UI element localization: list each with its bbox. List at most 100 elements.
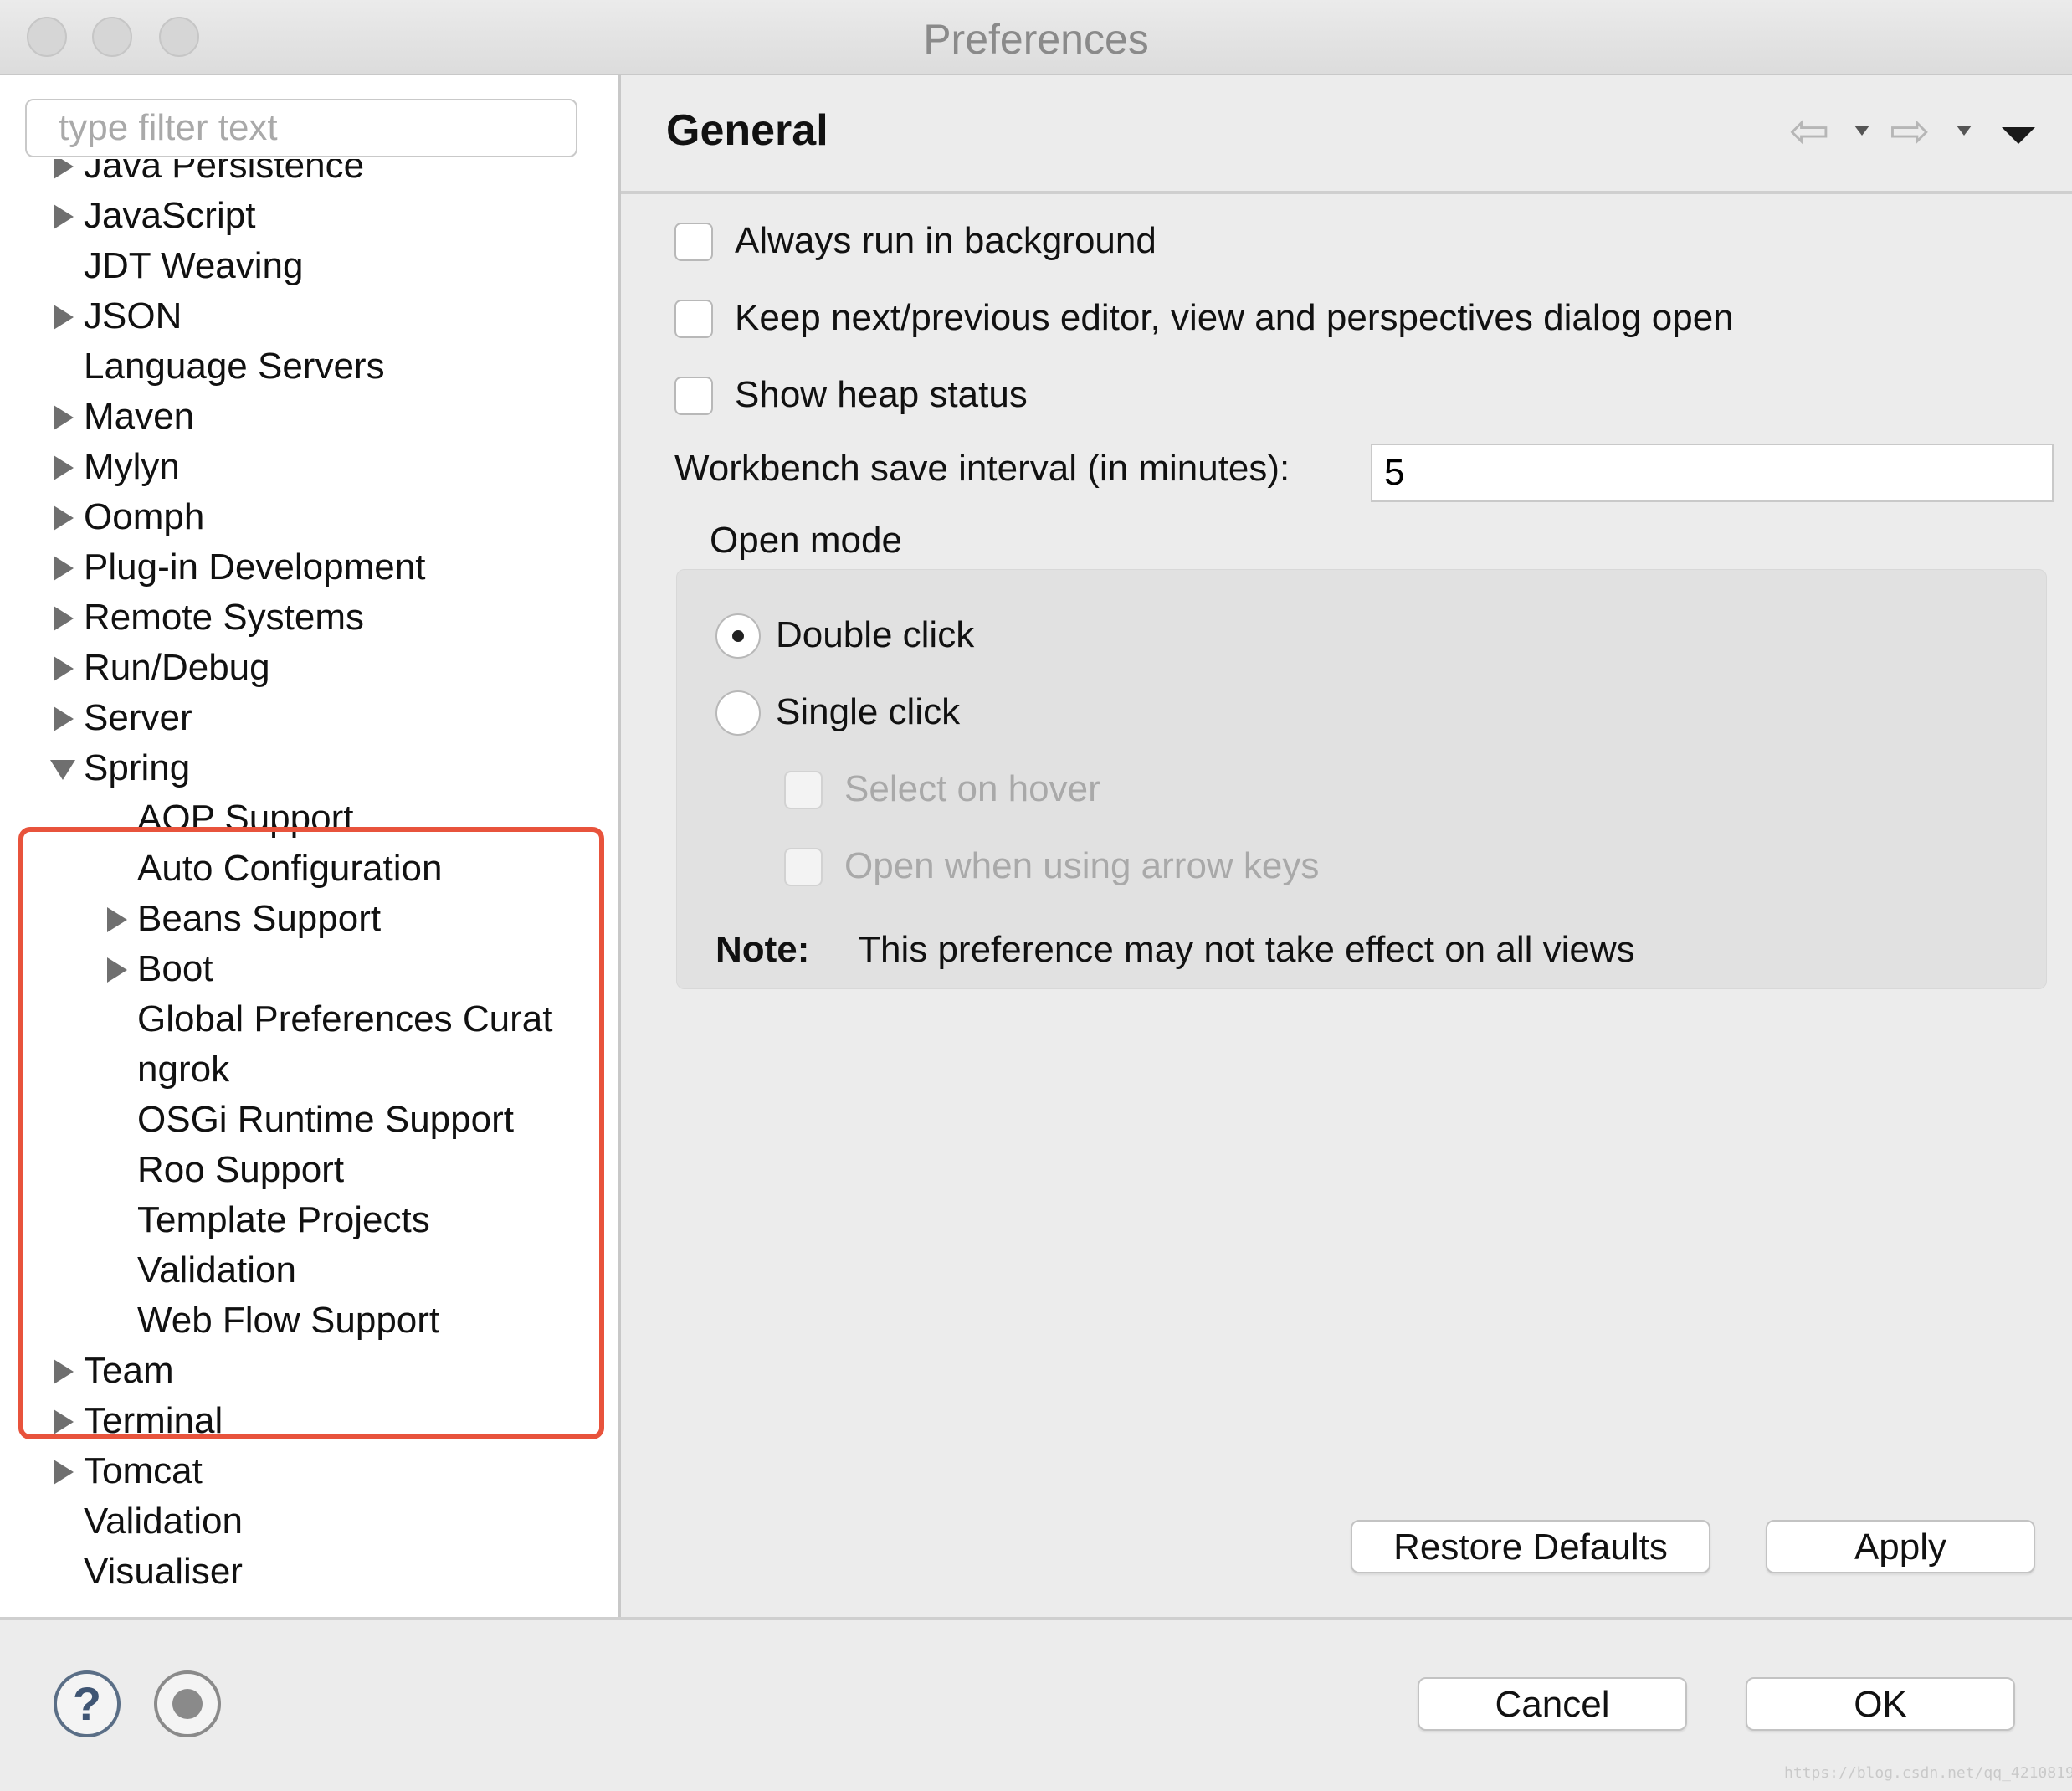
tree-item-label: Run/Debug <box>84 647 270 688</box>
tree-item-label: Terminal <box>84 1400 223 1441</box>
tree-item-label: Language Servers <box>84 346 385 387</box>
tree-item[interactable]: Maven <box>0 392 618 442</box>
tree-item-label: Boot <box>137 948 213 989</box>
tree-item[interactable]: JDT Weaving <box>0 241 618 291</box>
tree-item[interactable]: ngrok <box>0 1044 618 1095</box>
tree-item[interactable]: Java Persistence <box>0 159 618 191</box>
checkbox-box[interactable] <box>674 300 713 338</box>
tree-item-label: Mylyn <box>84 446 180 487</box>
tree-item-label: AOP Support <box>137 798 354 839</box>
tree-item-label: Spring <box>84 747 191 788</box>
tree-item-label: Visualiser <box>84 1551 243 1592</box>
preference-tree-rows: Java Persistence JavaScript JDT Weaving JSO… <box>0 159 618 1597</box>
expand-triangle-icon[interactable] <box>50 159 84 191</box>
forward-history-dropdown-icon[interactable] <box>1957 126 1972 136</box>
tree-item[interactable]: Oomph <box>0 492 618 542</box>
expand-triangle-icon[interactable] <box>50 492 84 542</box>
tree-item-label: Validation <box>137 1250 296 1291</box>
tree-item-label: Auto Configuration <box>137 848 443 889</box>
expand-triangle-icon[interactable] <box>50 1446 84 1496</box>
tree-item-label: Roo Support <box>137 1149 345 1190</box>
note: Note: This preference may not take effec… <box>715 925 1635 975</box>
expand-triangle-icon[interactable] <box>104 944 137 994</box>
tree-item[interactable]: Template Projects <box>0 1195 618 1245</box>
tree-item[interactable]: OSGi Runtime Support <box>0 1095 618 1145</box>
tree-item[interactable]: Language Servers <box>0 341 618 392</box>
ok-button[interactable]: OK <box>1746 1677 2015 1731</box>
expand-triangle-icon[interactable] <box>50 1396 84 1446</box>
back-history-dropdown-icon[interactable] <box>1854 126 1869 136</box>
filter-input[interactable] <box>25 99 577 157</box>
tree-item-label: OSGi Runtime Support <box>137 1099 514 1140</box>
expand-triangle-icon[interactable] <box>50 693 84 743</box>
tree-item-label: Oomph <box>84 496 205 537</box>
title-bar: Preferences <box>0 0 2072 75</box>
tree-item[interactable]: Run/Debug <box>0 643 618 693</box>
page-title: General <box>666 106 828 155</box>
tree-item[interactable]: Plug-in Development <box>0 542 618 593</box>
tree-item[interactable]: Mylyn <box>0 442 618 492</box>
checkbox-box[interactable] <box>674 377 713 415</box>
checkbox-label: Show heap status <box>735 374 1028 415</box>
tree-item[interactable]: Roo Support <box>0 1145 618 1195</box>
expand-triangle-icon[interactable] <box>50 1346 84 1396</box>
tree-item-label: JSON <box>84 295 182 336</box>
checkbox-label: Always run in background <box>735 220 1157 261</box>
tree-item[interactable]: Team <box>0 1346 618 1396</box>
checkbox-box[interactable] <box>674 223 713 261</box>
tree-item[interactable]: Server <box>0 693 618 743</box>
apply-button[interactable]: Apply <box>1766 1520 2035 1573</box>
cancel-button[interactable]: Cancel <box>1418 1677 1687 1731</box>
save-interval-label: Workbench save interval (in minutes): <box>674 448 1290 489</box>
tree-item-label: JavaScript <box>84 195 256 236</box>
collapse-triangle-icon[interactable] <box>50 743 84 793</box>
expand-triangle-icon[interactable] <box>50 392 84 442</box>
restore-defaults-button[interactable]: Restore Defaults <box>1351 1520 1710 1573</box>
view-menu-icon[interactable] <box>2002 127 2035 144</box>
tree-item[interactable]: Auto Configuration <box>0 844 618 894</box>
tree-item[interactable]: Global Preferences Curat <box>0 994 618 1044</box>
tree-item-label: Web Flow Support <box>137 1300 440 1341</box>
tree-item[interactable]: Remote Systems <box>0 593 618 643</box>
back-arrow-icon[interactable]: ⇦ <box>1789 107 1830 156</box>
tree-item-label: Beans Support <box>137 898 382 939</box>
expand-triangle-icon[interactable] <box>50 593 84 643</box>
forward-arrow-icon[interactable]: ⇨ <box>1890 107 1931 156</box>
checkbox-label: Keep next/previous editor, view and pers… <box>735 297 1734 338</box>
dialog-button-bar: ? Cancel OK <box>0 1617 2072 1791</box>
checkbox-label: Open when using arrow keys <box>844 845 1320 886</box>
expand-triangle-icon[interactable] <box>50 291 84 341</box>
open-mode-label: Open mode <box>710 520 902 561</box>
tree-item[interactable]: Terminal <box>0 1396 618 1446</box>
tree-item-label: Validation <box>84 1501 243 1542</box>
expand-triangle-icon[interactable] <box>50 643 84 693</box>
preference-tree[interactable]: Java Persistence JavaScript JDT Weaving JSO… <box>0 159 618 1617</box>
tree-item[interactable]: JSON <box>0 291 618 341</box>
tree-item-label: Java Persistence <box>84 159 365 186</box>
tree-item-label: Remote Systems <box>84 597 364 638</box>
expand-triangle-icon[interactable] <box>50 542 84 593</box>
tree-item[interactable]: Web Flow Support <box>0 1296 618 1346</box>
tree-item[interactable]: Beans Support <box>0 894 618 944</box>
save-interval-input[interactable] <box>1371 444 2054 502</box>
radio-button[interactable] <box>715 690 761 736</box>
record-icon[interactable] <box>154 1670 221 1737</box>
tree-item[interactable]: Visualiser <box>0 1547 618 1597</box>
tree-item[interactable]: Validation <box>0 1496 618 1547</box>
tree-item[interactable]: AOP Support <box>0 793 618 844</box>
help-icon[interactable]: ? <box>54 1670 121 1737</box>
tree-item-label: Team <box>84 1350 174 1391</box>
expand-triangle-icon[interactable] <box>50 191 84 241</box>
tree-item[interactable]: Tomcat <box>0 1446 618 1496</box>
tree-item-label: Maven <box>84 396 195 437</box>
tree-item-label: ngrok <box>137 1049 230 1090</box>
watermark: https://blog.csdn.net/qq_42108192 <box>1784 1764 2072 1782</box>
expand-triangle-icon[interactable] <box>104 894 137 944</box>
tree-item[interactable]: JavaScript <box>0 191 618 241</box>
radio-button[interactable] <box>715 613 761 659</box>
expand-triangle-icon[interactable] <box>50 442 84 492</box>
preference-tree-pane: Java Persistence JavaScript JDT Weaving JSO… <box>0 75 621 1617</box>
tree-item[interactable]: Boot <box>0 944 618 994</box>
tree-item[interactable]: Spring <box>0 743 618 793</box>
tree-item[interactable]: Validation <box>0 1245 618 1296</box>
